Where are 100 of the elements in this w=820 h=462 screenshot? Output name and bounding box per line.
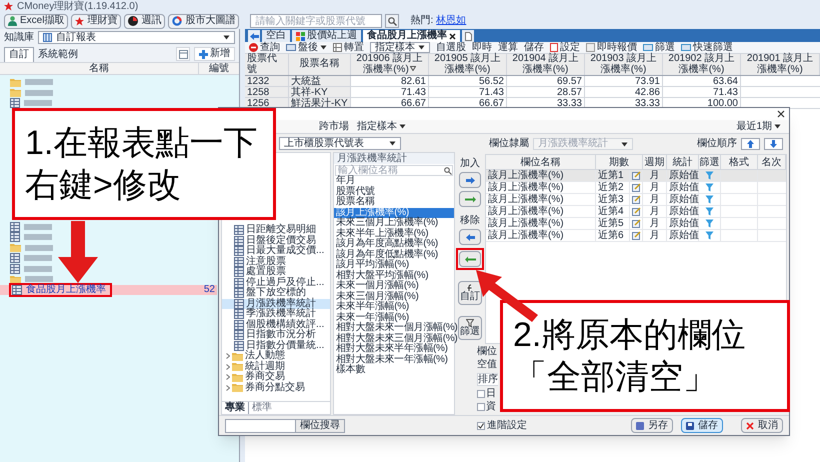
field-search[interactable]: 欄位搜尋	[225, 418, 345, 432]
toolbar-button[interactable]: 即時報價	[586, 42, 637, 52]
field-item[interactable]: 相對大盤未來一年漲幅(%)	[334, 354, 454, 365]
report-tab[interactable]: 空白	[262, 30, 290, 42]
move-up-button[interactable]	[741, 138, 760, 150]
toolbar-button[interactable]: 設定	[550, 42, 580, 52]
pixelated-label	[24, 224, 52, 230]
toolbar-button[interactable]: 轉置	[333, 42, 364, 52]
checkbox-option[interactable]: 資	[477, 402, 496, 412]
field-item[interactable]: 未來半年上漲機率(%)	[334, 228, 454, 239]
tree-item[interactable]: 盤下放空標的	[222, 288, 330, 298]
checkbox-option[interactable]: 日	[477, 389, 496, 399]
custom-button[interactable]: 自訂	[458, 281, 482, 305]
tree-item[interactable]: 日最大量成交價...	[222, 246, 330, 256]
tree-item[interactable]: 日盤後定價交易	[222, 236, 330, 246]
filter-button[interactable]: 篩選	[458, 316, 482, 340]
tree-item[interactable]: 券商交易	[222, 372, 330, 382]
back-button[interactable]	[248, 30, 260, 42]
folder-icon	[232, 383, 243, 392]
source-select[interactable]: 上市櫃股票代號表	[279, 137, 401, 150]
tree-item[interactable]: 食品股月上漲機率 52	[0, 284, 217, 295]
library-select[interactable]: 自訂報表	[38, 31, 235, 44]
tree-item[interactable]: 月漲跌機率統計	[222, 298, 330, 309]
checkbox-option[interactable]: 進階設定	[477, 420, 527, 430]
field-row[interactable]: 該月上漲機率(%) 近第3 月 原始值	[486, 194, 786, 206]
field-row[interactable]: 該月上漲機率(%) 近第2 月 原始值	[486, 182, 786, 194]
period-menu[interactable]: 最近1期	[736, 122, 781, 132]
toolbar-button[interactable]: 週訊	[124, 14, 166, 28]
cancel-button[interactable]: 取消	[741, 418, 783, 433]
tree-item[interactable]: 日指數分價量統...	[222, 340, 330, 351]
toolbar-button[interactable]: 即時	[472, 42, 492, 52]
tree-item[interactable]: 統計週期	[222, 362, 330, 372]
report-tab[interactable]: 股價站上週	[292, 30, 361, 42]
remove-field-button[interactable]	[459, 229, 481, 245]
sidebar-tab[interactable]: 自訂	[4, 47, 34, 62]
toolbar-button[interactable]: 運算	[498, 42, 518, 52]
toolbar-button[interactable]: 盤後	[286, 42, 327, 52]
field-item[interactable]: 相對大盤未來半年漲幅(%)	[334, 344, 454, 354]
checkbox[interactable]	[477, 403, 485, 411]
save-as-button[interactable]: 另存	[631, 418, 673, 433]
tree-item[interactable]: 券商分點交易	[222, 382, 330, 393]
save-button[interactable]: 儲存	[681, 418, 723, 433]
field-item[interactable]: 未來三個月上漲機率(%)	[334, 218, 454, 228]
field-item[interactable]: 未來三個月漲幅(%)	[334, 292, 454, 302]
field-item[interactable]: 該月為年度高點機率(%)	[334, 239, 454, 250]
toolbar-button[interactable]: 快速篩選	[681, 42, 733, 52]
add-button[interactable]: 新增	[194, 47, 235, 61]
tree-item[interactable]: 停止過戶及停止...	[222, 278, 330, 288]
tree-item[interactable]: 注意股票	[222, 256, 330, 267]
tree-item[interactable]: 個股機構績效評...	[222, 320, 330, 330]
field-item[interactable]: 該月為年度低點機率(%)	[334, 250, 454, 260]
field-search[interactable]: 輸入欄位名稱	[335, 165, 453, 176]
tree-item[interactable]: 處置股票	[222, 267, 330, 278]
add-field-button[interactable]	[459, 172, 481, 188]
checkbox[interactable]	[477, 422, 485, 430]
tree-item[interactable]: 季漲跌機率統計	[222, 309, 330, 320]
field-item[interactable]: 未來一年漲幅(%)	[334, 312, 454, 323]
tree-item[interactable]: 日指數市況分析	[222, 330, 330, 340]
toolbar-button[interactable]: 指定樣本	[357, 122, 406, 132]
field-row[interactable]: 該月上漲機率(%) 近第6 月 原始值	[486, 230, 786, 242]
tree-item[interactable]: 日距離交易明細	[222, 225, 330, 236]
field-item[interactable]: 股票名稱	[334, 197, 454, 208]
sort-select[interactable]: 排序	[477, 373, 498, 386]
field-row[interactable]: 該月上漲機率(%) 近第4 月 原始值	[486, 206, 786, 218]
field-item[interactable]: 未來一個月漲幅(%)	[334, 281, 454, 292]
field-item[interactable]: 股票代號	[334, 186, 454, 197]
field-search-button[interactable]: 欄位搜尋	[295, 420, 344, 432]
new-tab-button[interactable]	[462, 30, 474, 42]
source-tab[interactable]: 專業	[222, 402, 249, 414]
field-item[interactable]: 未來半年漲幅(%)	[334, 302, 454, 312]
hot-link[interactable]: 林恩如	[436, 16, 466, 26]
report-tab[interactable]: 食品股月上漲機率	[363, 30, 460, 42]
sidebar-tab[interactable]: 系統範例	[34, 47, 82, 62]
toolbar-button[interactable]: 自選股	[436, 42, 466, 52]
add-all-button[interactable]	[459, 191, 481, 207]
search-button[interactable]	[385, 14, 400, 28]
toolbar-button[interactable]: 篩選	[643, 42, 675, 52]
toolbar-button[interactable]: 跨市場	[319, 122, 349, 132]
table-cell: 71.43	[351, 87, 429, 97]
field-item[interactable]: 該月平均漲幅(%)	[334, 260, 454, 270]
toolbar-button[interactable]: 理財寶	[71, 14, 122, 28]
field-item[interactable]: 樣本數	[334, 365, 454, 376]
action-label: 加入	[460, 159, 480, 169]
toolbar-button[interactable]: 查詢	[249, 42, 280, 52]
toolbar-button[interactable]: 股市大圖譜	[168, 14, 240, 28]
check-icon	[478, 422, 484, 428]
table-cell: 月	[643, 194, 667, 205]
toolbar-button[interactable]: 儲存	[524, 42, 544, 52]
layout-button[interactable]	[176, 47, 190, 61]
tree-item[interactable]: 法人動態	[222, 351, 330, 362]
field-row[interactable]: 該月上漲機率(%) 近第5 月 原始值	[486, 218, 786, 230]
sample-select[interactable]: 指定樣本	[370, 42, 430, 53]
move-down-button[interactable]	[764, 138, 783, 150]
field-item[interactable]: 年月	[334, 176, 454, 186]
monitor-icon	[643, 44, 653, 52]
checkbox[interactable]	[477, 390, 485, 398]
field-item[interactable]: 相對大盤平均漲幅(%)	[334, 270, 454, 281]
search-field[interactable]: 請輸入關鍵字或股票代號	[250, 14, 382, 28]
toolbar-button[interactable]: Excel擷取	[4, 14, 68, 28]
field-row[interactable]: 該月上漲機率(%) 近第1 月 原始值	[486, 170, 786, 182]
